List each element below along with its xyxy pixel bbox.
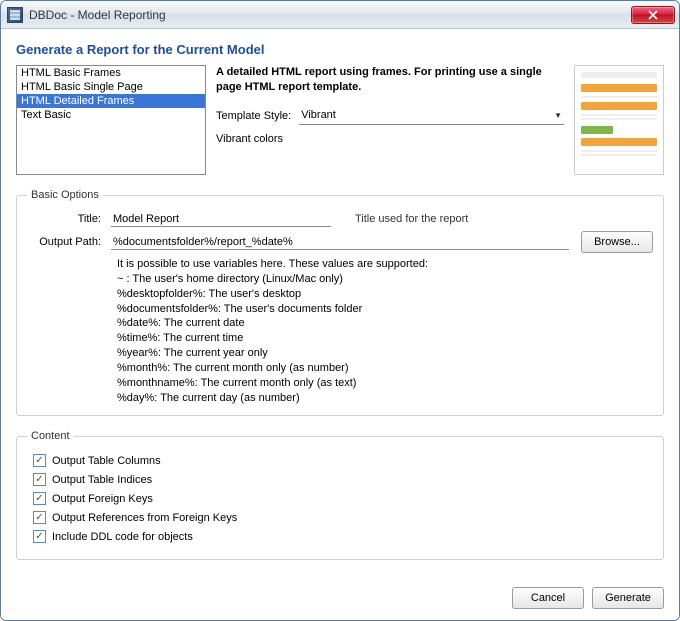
window-title: DBDoc - Model Reporting	[29, 8, 631, 22]
template-description: A detailed HTML report using frames. For…	[216, 65, 564, 95]
variable-help-line: %month%: The current month only (as numb…	[117, 361, 653, 376]
content-option-row: ✓ Output Foreign Keys	[33, 492, 653, 505]
template-style-value: Vibrant	[301, 109, 336, 121]
checkbox-label: Include DDL code for objects	[52, 531, 193, 543]
dialog-content: Generate a Report for the Current Model …	[1, 29, 679, 620]
template-style-dropdown[interactable]: Vibrant ▼	[299, 107, 564, 125]
checkbox-label: Output Table Indices	[52, 474, 152, 486]
content-legend: Content	[27, 430, 74, 442]
variables-help: It is possible to use variables here. Th…	[117, 257, 653, 405]
checkbox[interactable]: ✓	[33, 530, 46, 543]
checkbox[interactable]: ✓	[33, 473, 46, 486]
generate-button[interactable]: Generate	[592, 587, 664, 609]
content-group: Content ✓ Output Table Columns ✓ Output Tab…	[16, 430, 664, 560]
template-list-item[interactable]: HTML Basic Single Page	[17, 80, 205, 94]
variable-help-line: %monthname%: The current month only (as …	[117, 376, 653, 391]
template-list-item[interactable]: HTML Basic Frames	[17, 66, 205, 80]
titlebar: DBDoc - Model Reporting	[1, 1, 679, 29]
basic-options-legend: Basic Options	[27, 189, 103, 201]
variable-help-line: ~ : The user's home directory (Linux/Mac…	[117, 272, 653, 287]
checkbox[interactable]: ✓	[33, 492, 46, 505]
browse-button[interactable]: Browse...	[581, 231, 653, 253]
checkbox[interactable]: ✓	[33, 454, 46, 467]
title-label: Title:	[27, 213, 107, 225]
template-style-description: Vibrant colors	[216, 133, 564, 145]
template-style-label: Template Style:	[216, 110, 291, 122]
variable-help-line: %day%: The current day (as number)	[117, 391, 653, 406]
chevron-down-icon: ▼	[554, 111, 562, 120]
content-option-row: ✓ Output Table Columns	[33, 454, 653, 467]
template-preview-image	[574, 65, 664, 175]
variable-help-line: %year%: The current year only	[117, 346, 653, 361]
variable-help-line: %desktopfolder%: The user's desktop	[117, 287, 653, 302]
content-option-row: ✓ Output Table Indices	[33, 473, 653, 486]
title-input[interactable]	[111, 211, 331, 227]
checkbox-label: Output Foreign Keys	[52, 493, 153, 505]
content-option-row: ✓ Include DDL code for objects	[33, 530, 653, 543]
variable-help-line: %documentsfolder%: The user's documents …	[117, 302, 653, 317]
app-icon	[7, 7, 23, 23]
template-list-item[interactable]: Text Basic	[17, 108, 205, 122]
variable-help-line: %date%: The current date	[117, 316, 653, 331]
template-list-item[interactable]: HTML Detailed Frames	[17, 94, 205, 108]
template-list[interactable]: HTML Basic FramesHTML Basic Single PageH…	[16, 65, 206, 175]
variables-intro: It is possible to use variables here. Th…	[117, 257, 653, 272]
checkbox-label: Output References from Foreign Keys	[52, 512, 237, 524]
content-option-row: ✓ Output References from Foreign Keys	[33, 511, 653, 524]
checkbox-label: Output Table Columns	[52, 455, 161, 467]
output-path-input[interactable]	[111, 234, 569, 250]
variable-help-line: %time%: The current time	[117, 331, 653, 346]
title-hint: Title used for the report	[355, 213, 468, 225]
close-button[interactable]	[631, 6, 675, 24]
close-icon	[648, 10, 658, 20]
cancel-button[interactable]: Cancel	[512, 587, 584, 609]
page-title: Generate a Report for the Current Model	[16, 42, 664, 57]
basic-options-group: Basic Options Title: Title used for the …	[16, 189, 664, 416]
output-path-label: Output Path:	[27, 236, 107, 248]
checkbox[interactable]: ✓	[33, 511, 46, 524]
dialog-window: DBDoc - Model Reporting Generate a Repor…	[0, 0, 680, 621]
